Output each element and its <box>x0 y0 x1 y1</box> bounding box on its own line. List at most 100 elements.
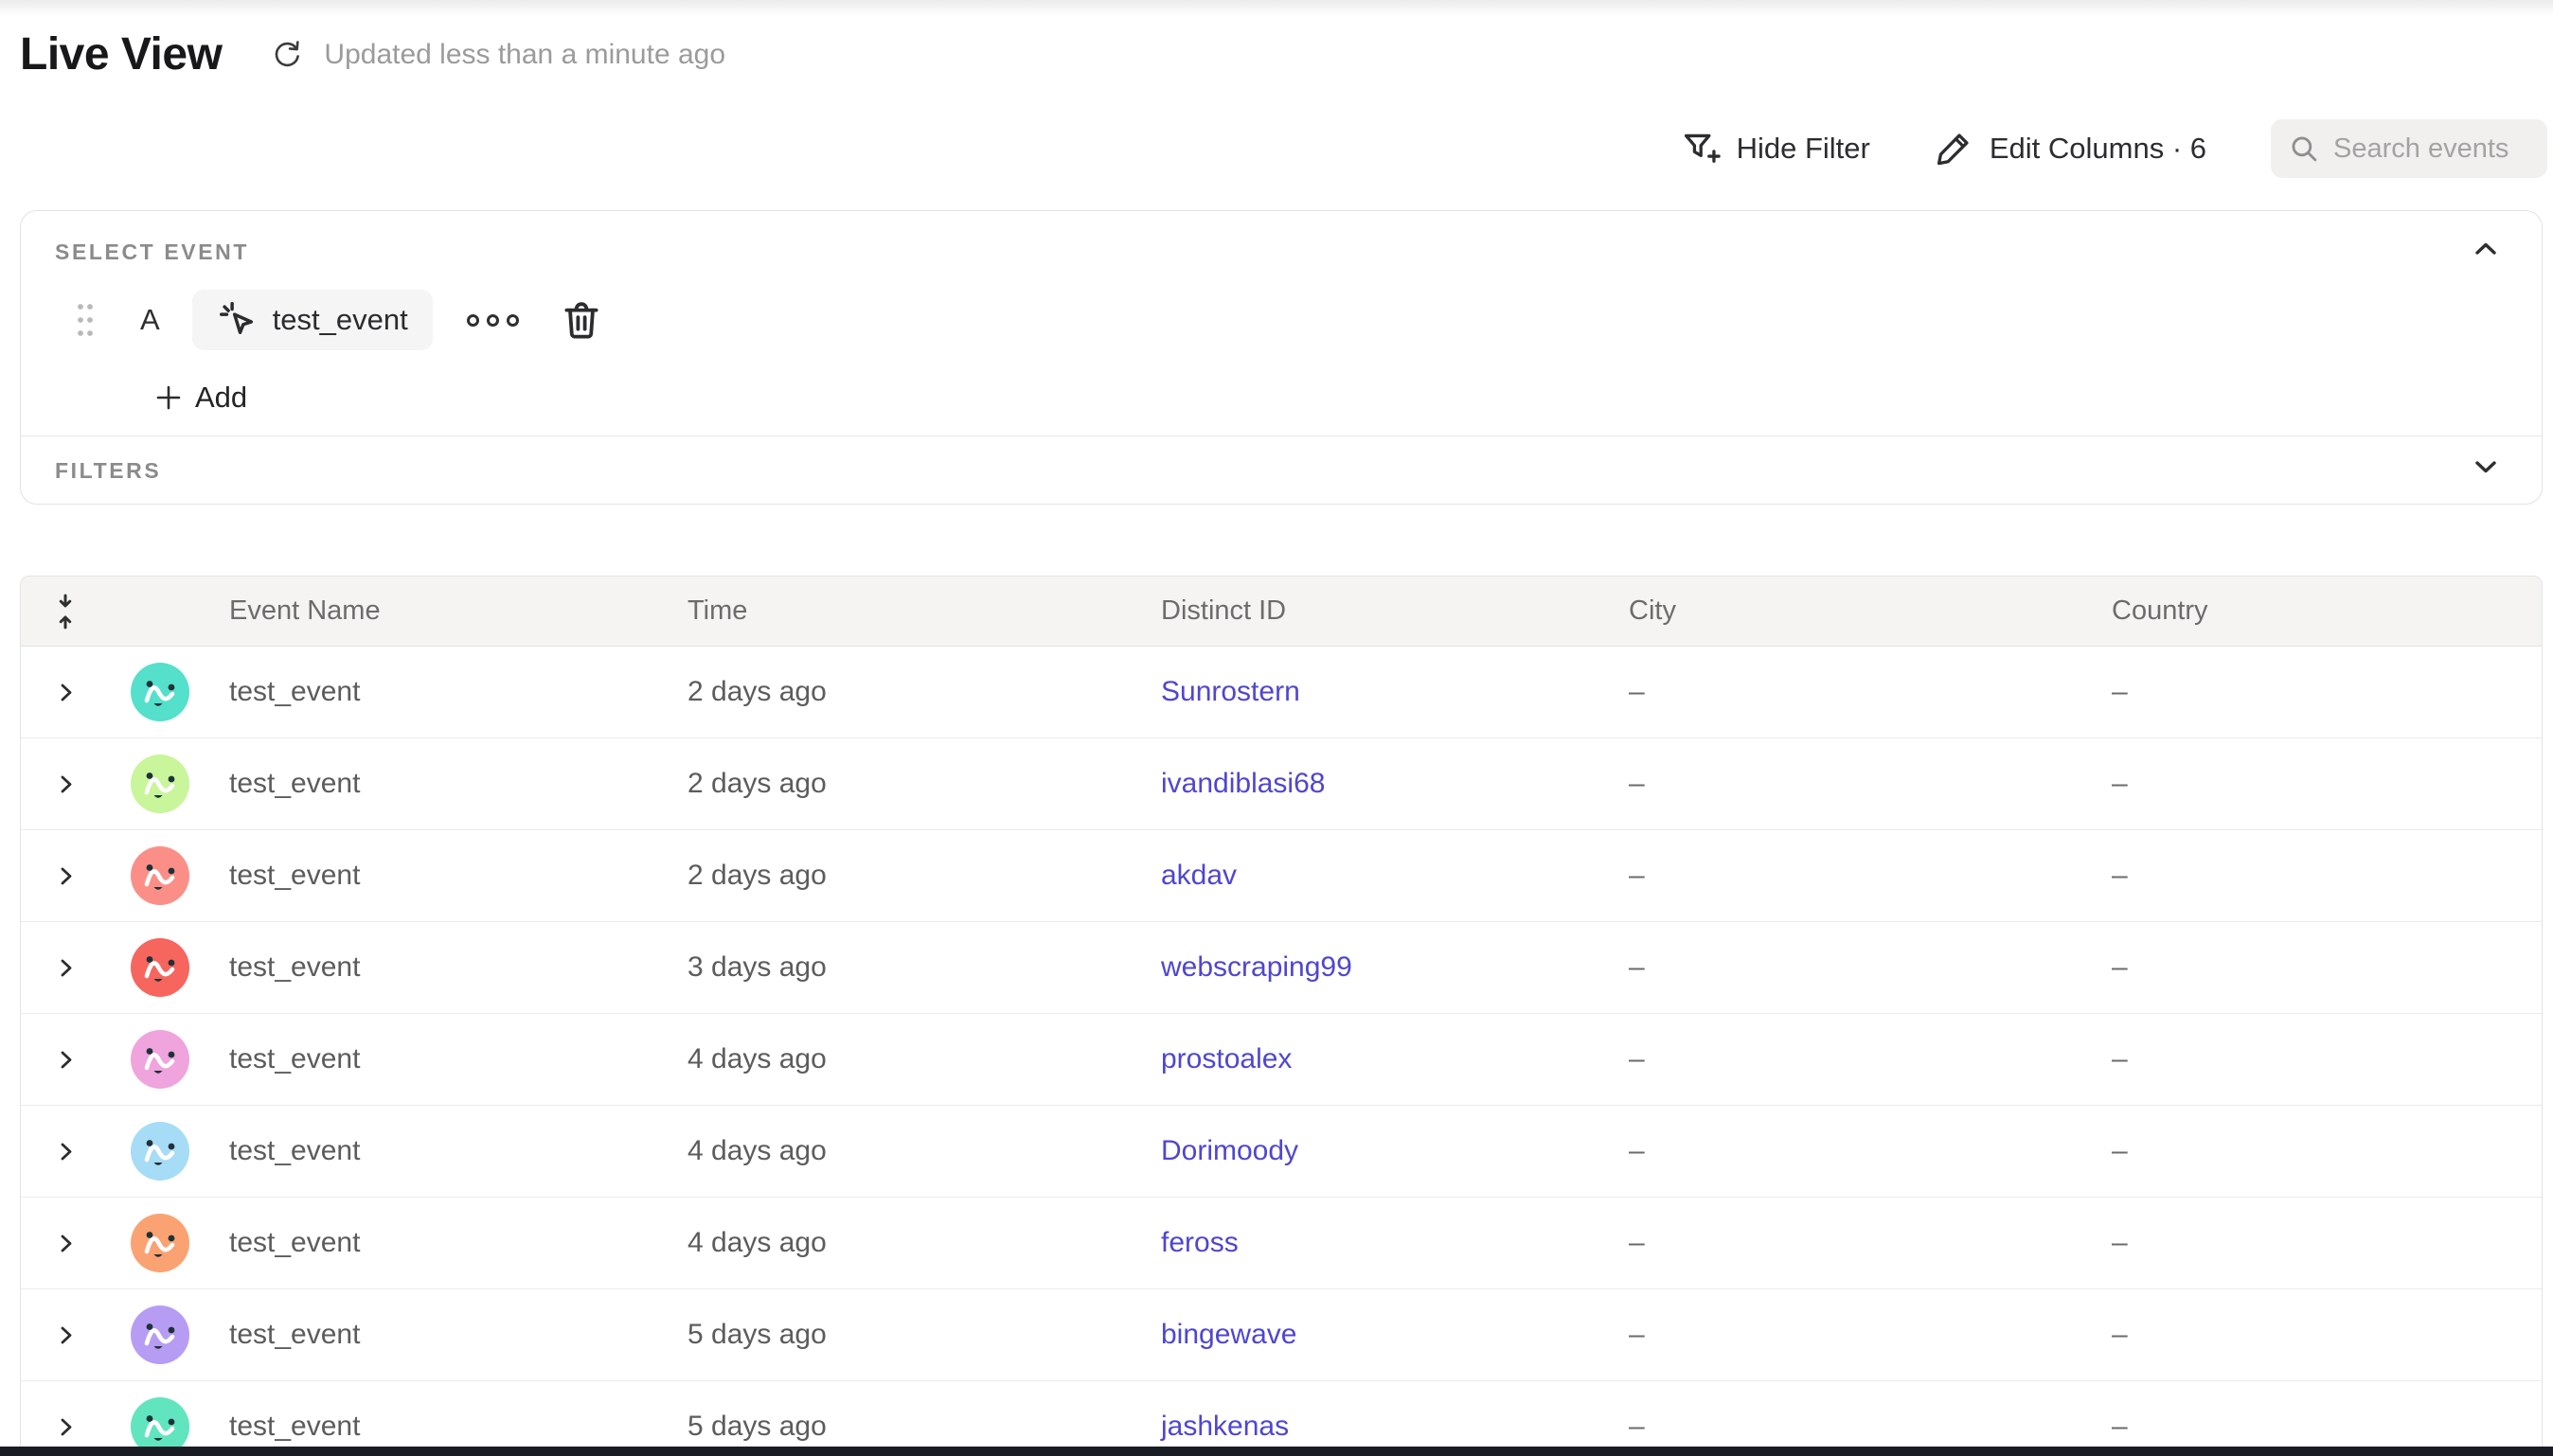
time-cell: 2 days ago <box>669 860 1142 892</box>
row-expand-chevron[interactable] <box>53 772 79 797</box>
chevron-right-icon <box>53 680 79 705</box>
country-cell: – <box>2093 1411 2542 1443</box>
page-title: Live View <box>20 28 222 80</box>
time-cell: 2 days ago <box>669 768 1142 800</box>
table-header-row: Event Name Time Distinct ID City Country <box>21 577 2542 647</box>
time-cell: 5 days ago <box>669 1319 1142 1351</box>
avatar-face-icon <box>131 663 189 721</box>
avatar-face-icon <box>131 1214 189 1272</box>
refresh-button[interactable] <box>269 37 305 73</box>
time-cell: 2 days ago <box>669 676 1142 708</box>
add-label: Add <box>195 381 247 415</box>
column-header-city[interactable]: City <box>1610 595 2093 627</box>
expand-filters-button[interactable] <box>2470 455 2502 480</box>
event-selector-chip[interactable]: test_event <box>192 290 433 350</box>
row-expand-chevron[interactable] <box>53 1323 79 1348</box>
select-event-section: SELECT EVENT A <box>21 211 2542 436</box>
city-cell: – <box>1610 1043 2093 1075</box>
row-expand-chevron[interactable] <box>53 1231 79 1256</box>
table-row: test_event 4 days ago prostoalex – – <box>21 1014 2542 1106</box>
table-body: test_event 2 days ago Sunrostern – – <box>21 647 2542 1456</box>
table-row: test_event 4 days ago feross – – <box>21 1198 2542 1289</box>
row-expand-chevron[interactable] <box>53 955 79 981</box>
delete-event-button[interactable] <box>559 297 604 343</box>
city-cell: – <box>1610 1319 2093 1351</box>
top-fade-decoration <box>0 0 2553 17</box>
country-cell: – <box>2093 951 2542 984</box>
distinct-id-link[interactable]: akdav <box>1161 860 1237 891</box>
search-icon <box>2288 133 2320 165</box>
events-table: Event Name Time Distinct ID City Country <box>20 576 2543 1456</box>
time-cell: 4 days ago <box>669 1135 1142 1167</box>
time-cell: 4 days ago <box>669 1227 1142 1259</box>
chevron-down-icon <box>2470 455 2502 480</box>
distinct-id-link[interactable]: webscraping99 <box>1161 951 1352 983</box>
collapse-rows-icon <box>51 593 80 630</box>
row-expand-chevron[interactable] <box>53 1047 79 1073</box>
avatar-face-icon <box>131 1122 189 1181</box>
column-header-time[interactable]: Time <box>669 595 1142 627</box>
search-events-input[interactable] <box>2333 133 2530 165</box>
table-row: test_event 2 days ago ivandiblasi68 – – <box>21 738 2542 830</box>
distinct-id-link[interactable]: prostoalex <box>1161 1043 1292 1074</box>
add-event-button[interactable]: Add <box>153 381 247 415</box>
distinct-id-link[interactable]: feross <box>1161 1227 1239 1258</box>
city-cell: – <box>1610 1135 2093 1167</box>
last-updated-text: Updated less than a minute ago <box>324 39 725 71</box>
chevron-right-icon <box>53 955 79 981</box>
window-edge-bar <box>0 1447 2553 1456</box>
distinct-id-link[interactable]: Dorimoody <box>1161 1135 1298 1166</box>
ellipsis-icon <box>467 314 479 327</box>
row-expand-chevron[interactable] <box>53 863 79 889</box>
avatar-face-icon <box>131 755 189 813</box>
distinct-id-link[interactable]: jashkenas <box>1161 1411 1289 1442</box>
row-expand-chevron[interactable] <box>53 1414 79 1440</box>
table-row: test_event 2 days ago akdav – – <box>21 830 2542 922</box>
avatar-face-icon <box>131 1305 189 1364</box>
event-name-cell: test_event <box>210 1319 669 1351</box>
avatar-face-icon <box>131 938 189 997</box>
chevron-right-icon <box>53 863 79 889</box>
event-name-cell: test_event <box>210 860 669 892</box>
country-cell: – <box>2093 860 2542 892</box>
column-header-event-name[interactable]: Event Name <box>210 595 669 627</box>
drag-handle-icon[interactable] <box>74 298 97 342</box>
distinct-id-link[interactable]: Sunrostern <box>1161 676 1300 707</box>
query-builder-card: SELECT EVENT A <box>20 210 2543 505</box>
distinct-id-link[interactable]: bingewave <box>1161 1319 1296 1350</box>
column-header-country[interactable]: Country <box>2093 595 2542 627</box>
table-row: test_event 2 days ago Sunrostern – – <box>21 647 2542 738</box>
table-row: test_event 3 days ago webscraping99 – – <box>21 922 2542 1014</box>
chevron-right-icon <box>53 1414 79 1440</box>
collapse-section-button[interactable] <box>2470 236 2502 260</box>
column-header-distinct-id[interactable]: Distinct ID <box>1142 595 1610 627</box>
search-events-box[interactable] <box>2271 119 2547 178</box>
country-cell: – <box>2093 1227 2542 1259</box>
event-name-cell: test_event <box>210 768 669 800</box>
event-options-button[interactable] <box>467 314 519 327</box>
filters-label: FILTERS <box>55 458 161 484</box>
table-row: test_event 5 days ago jashkenas – – <box>21 1381 2542 1456</box>
row-expand-chevron[interactable] <box>53 680 79 705</box>
hide-filter-button[interactable]: Hide Filter <box>1680 128 1870 169</box>
chevron-up-icon <box>2470 236 2502 260</box>
select-event-label: SELECT EVENT <box>55 240 2508 265</box>
page-header: Live View Updated less than a minute ago <box>20 28 725 80</box>
event-query-row: A test_event <box>55 290 2508 350</box>
chevron-right-icon <box>53 772 79 797</box>
row-expand-chevron[interactable] <box>53 1139 79 1164</box>
distinct-id-link[interactable]: ivandiblasi68 <box>1161 768 1325 799</box>
trash-icon <box>559 297 604 343</box>
chevron-right-icon <box>53 1323 79 1348</box>
city-cell: – <box>1610 676 2093 708</box>
time-cell: 4 days ago <box>669 1043 1142 1075</box>
edit-columns-button[interactable]: Edit Columns · 6 <box>1933 128 2206 169</box>
chevron-right-icon <box>53 1231 79 1256</box>
country-cell: – <box>2093 676 2542 708</box>
collapse-rows-button[interactable] <box>21 593 110 630</box>
city-cell: – <box>1610 1227 2093 1259</box>
pencil-icon <box>1933 128 1974 169</box>
country-cell: – <box>2093 768 2542 800</box>
city-cell: – <box>1610 768 2093 800</box>
series-letter: A <box>140 303 160 337</box>
